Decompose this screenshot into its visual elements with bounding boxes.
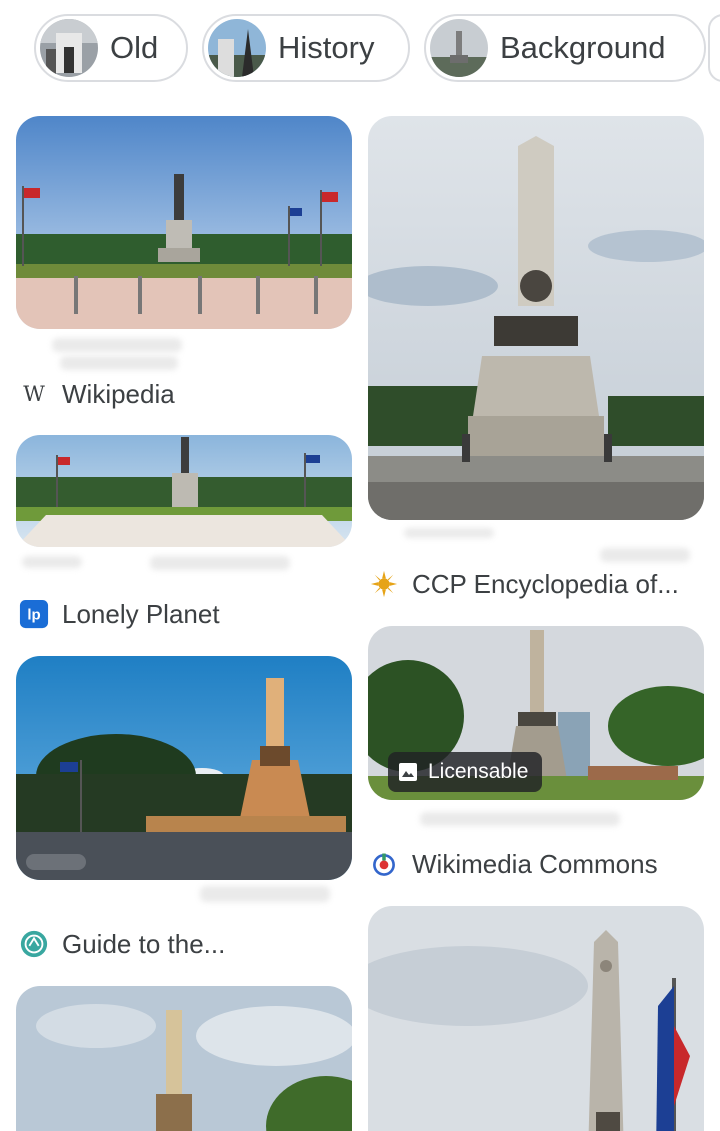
source-label: CCP Encyclopedia of... [412,568,679,599]
svg-text:lp: lp [27,607,40,624]
result-image-lonely-planet[interactable] [16,435,352,547]
source-label: Lonely Planet [62,598,220,629]
chip-next-partial[interactable] [708,14,720,82]
source-label: Wikipedia [62,378,175,409]
chip-old-label: Old [110,30,159,65]
history-photo-thumbnail [208,19,266,77]
blurred-title [404,528,494,538]
ccp-sun-icon [368,568,400,600]
source-ccp[interactable]: CCP Encyclopedia of... [368,564,679,604]
blurred-title [600,548,690,562]
chip-background-label: Background [500,30,666,65]
source-wikipedia[interactable]: W Wikipedia [18,374,175,414]
result-image-partial-right[interactable] [368,906,704,1131]
wikimedia-icon [368,848,400,880]
chip-history[interactable]: History [202,14,410,82]
old-photo-thumbnail [40,19,98,77]
rizal-park-walkway-photo [16,435,352,547]
licensable-label: Licensable [428,760,529,783]
source-label: Guide to the... [62,928,226,959]
rizal-monument-plaza-photo [16,116,352,329]
chip-history-label: History [278,30,375,65]
source-label: Wikimedia Commons [412,848,658,879]
result-image-ccp[interactable] [368,116,704,520]
blurred-title [52,338,182,352]
guide-globe-icon [18,928,50,960]
chip-old[interactable]: Old [34,14,188,82]
source-guide[interactable]: Guide to the... [18,924,225,964]
licensable-badge[interactable]: Licensable [388,752,543,792]
source-wikimedia[interactable]: Wikimedia Commons [368,844,658,884]
source-lonely-planet[interactable]: lp Lonely Planet [18,594,220,634]
result-image-partial-left[interactable] [16,986,352,1131]
wikipedia-w-icon: W [18,378,50,410]
rizal-monument-cloudy-photo [16,986,352,1131]
blurred-title [150,556,290,570]
result-image-guide[interactable] [16,656,352,880]
svg-text:W: W [23,382,45,406]
rizal-monument-obelisk-photo [368,116,704,520]
rizal-monument-sunset-photo [16,656,352,880]
blurred-title [200,886,330,902]
blurred-title [60,356,178,370]
blurred-title [22,556,82,568]
rizal-monument-flag-photo [368,906,704,1131]
background-photo-thumbnail [430,19,488,77]
blurred-title [420,812,620,826]
result-image-wikipedia[interactable] [16,116,352,329]
image-icon [399,763,417,781]
chip-background[interactable]: Background [424,14,706,82]
lonely-planet-lp-icon: lp [18,598,50,630]
